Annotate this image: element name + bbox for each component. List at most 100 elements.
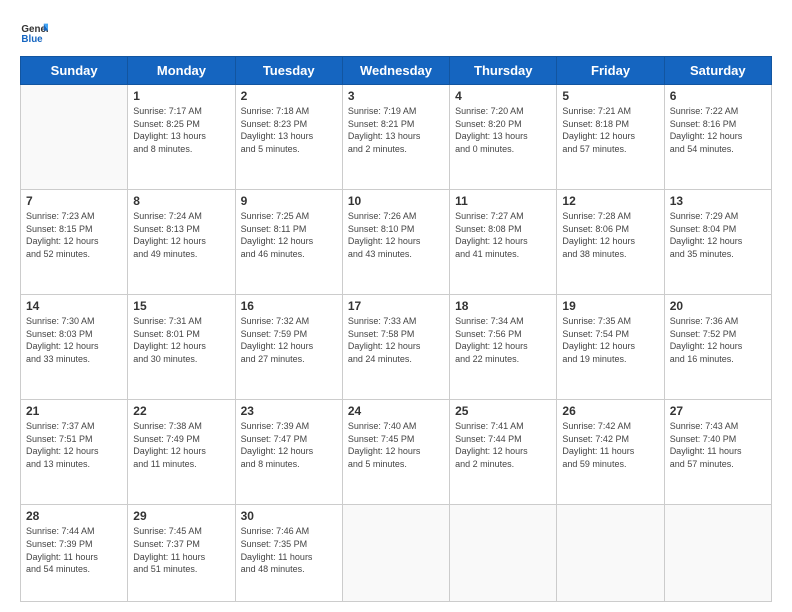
calendar-cell: 1Sunrise: 7:17 AMSunset: 8:25 PMDaylight… xyxy=(128,85,235,190)
day-number: 8 xyxy=(133,194,229,208)
day-info: Sunrise: 7:33 AMSunset: 7:58 PMDaylight:… xyxy=(348,315,444,365)
calendar-cell: 19Sunrise: 7:35 AMSunset: 7:54 PMDayligh… xyxy=(557,295,664,400)
day-info: Sunrise: 7:43 AMSunset: 7:40 PMDaylight:… xyxy=(670,420,766,470)
calendar-cell: 10 Sunrise: 7:26 AMSunset: 8:10 PMDayligh… xyxy=(342,190,449,295)
day-header-saturday: Saturday xyxy=(664,57,771,85)
calendar-cell xyxy=(664,505,771,602)
day-info: Sunrise: 7:34 AMSunset: 7:56 PMDaylight:… xyxy=(455,315,551,365)
calendar-cell: 22 Sunrise: 7:38 AMSunset: 7:49 PMDayligh… xyxy=(128,400,235,505)
calendar-cell: 7Sunrise: 7:23 AMSunset: 8:15 PMDaylight… xyxy=(21,190,128,295)
day-info: Sunrise: 7:18 AMSunset: 8:23 PMDaylight:… xyxy=(241,105,337,155)
day-info: Sunrise: 7:44 AMSunset: 7:39 PMDaylight:… xyxy=(26,525,122,575)
day-info: Sunrise: 7:22 AMSunset: 8:16 PMDaylight:… xyxy=(670,105,766,155)
day-number: 4 xyxy=(455,89,551,103)
calendar-cell: 30Sunrise: 7:46 AMSunset: 7:35 PMDayligh… xyxy=(235,505,342,602)
day-info: Sunrise: 7:24 AMSunset: 8:13 PMDaylight:… xyxy=(133,210,229,260)
day-info: Sunrise: 7:28 AMSunset: 8:06 PMDaylight:… xyxy=(562,210,658,260)
day-info: Sunrise: 7:36 AMSunset: 7:52 PMDaylight:… xyxy=(670,315,766,365)
week-row-2: 7Sunrise: 7:23 AMSunset: 8:15 PMDaylight… xyxy=(21,190,772,295)
day-number: 19 xyxy=(562,299,658,313)
logo: General Blue xyxy=(20,18,52,46)
calendar-cell: 6 Sunrise: 7:22 AMSunset: 8:16 PMDaylight… xyxy=(664,85,771,190)
calendar-cell: 25 Sunrise: 7:41 AMSunset: 7:44 PMDayligh… xyxy=(450,400,557,505)
day-info: Sunrise: 7:37 AMSunset: 7:51 PMDaylight:… xyxy=(26,420,122,470)
calendar-cell xyxy=(342,505,449,602)
day-number: 15 xyxy=(133,299,229,313)
day-info: Sunrise: 7:30 AMSunset: 8:03 PMDaylight:… xyxy=(26,315,122,365)
day-info: Sunrise: 7:32 AMSunset: 7:59 PMDaylight:… xyxy=(241,315,337,365)
day-number: 3 xyxy=(348,89,444,103)
day-number: 26 xyxy=(562,404,658,418)
day-number: 23 xyxy=(241,404,337,418)
day-info: Sunrise: 7:42 AMSunset: 7:42 PMDaylight:… xyxy=(562,420,658,470)
day-info: Sunrise: 7:29 AMSunset: 8:04 PMDaylight:… xyxy=(670,210,766,260)
day-info: Sunrise: 7:38 AMSunset: 7:49 PMDaylight:… xyxy=(133,420,229,470)
calendar-cell: 14 Sunrise: 7:30 AMSunset: 8:03 PMDayligh… xyxy=(21,295,128,400)
week-row-5: 28 Sunrise: 7:44 AMSunset: 7:39 PMDayligh… xyxy=(21,505,772,602)
day-info: Sunrise: 7:25 AMSunset: 8:11 PMDaylight:… xyxy=(241,210,337,260)
day-info: Sunrise: 7:40 AMSunset: 7:45 PMDaylight:… xyxy=(348,420,444,470)
day-info: Sunrise: 7:23 AMSunset: 8:15 PMDaylight:… xyxy=(26,210,122,260)
calendar-cell: 4 Sunrise: 7:20 AMSunset: 8:20 PMDaylight… xyxy=(450,85,557,190)
day-info: Sunrise: 7:45 AMSunset: 7:37 PMDaylight:… xyxy=(133,525,229,575)
day-number: 21 xyxy=(26,404,122,418)
day-number: 14 xyxy=(26,299,122,313)
calendar-cell: 13 Sunrise: 7:29 AMSunset: 8:04 PMDayligh… xyxy=(664,190,771,295)
calendar-cell: 12Sunrise: 7:28 AMSunset: 8:06 PMDayligh… xyxy=(557,190,664,295)
day-header-thursday: Thursday xyxy=(450,57,557,85)
day-number: 11 xyxy=(455,194,551,208)
week-row-3: 14 Sunrise: 7:30 AMSunset: 8:03 PMDayligh… xyxy=(21,295,772,400)
page: General Blue SundayMondayTuesdayWednesda… xyxy=(0,0,792,612)
calendar-cell: 20 Sunrise: 7:36 AMSunset: 7:52 PMDayligh… xyxy=(664,295,771,400)
day-number: 28 xyxy=(26,509,122,523)
day-number: 13 xyxy=(670,194,766,208)
day-number: 6 xyxy=(670,89,766,103)
day-number: 24 xyxy=(348,404,444,418)
day-info: Sunrise: 7:20 AMSunset: 8:20 PMDaylight:… xyxy=(455,105,551,155)
calendar-cell: 9 Sunrise: 7:25 AMSunset: 8:11 PMDaylight… xyxy=(235,190,342,295)
calendar-cell: 24 Sunrise: 7:40 AMSunset: 7:45 PMDayligh… xyxy=(342,400,449,505)
calendar-cell: 16 Sunrise: 7:32 AMSunset: 7:59 PMDayligh… xyxy=(235,295,342,400)
day-number: 29 xyxy=(133,509,229,523)
calendar-cell xyxy=(21,85,128,190)
logo-icon: General Blue xyxy=(20,18,48,46)
svg-text:Blue: Blue xyxy=(21,34,43,45)
calendar-table: SundayMondayTuesdayWednesdayThursdayFrid… xyxy=(20,56,772,602)
day-number: 18 xyxy=(455,299,551,313)
calendar-cell: 15 Sunrise: 7:31 AMSunset: 8:01 PMDayligh… xyxy=(128,295,235,400)
calendar-cell xyxy=(557,505,664,602)
day-info: Sunrise: 7:21 AMSunset: 8:18 PMDaylight:… xyxy=(562,105,658,155)
day-info: Sunrise: 7:41 AMSunset: 7:44 PMDaylight:… xyxy=(455,420,551,470)
calendar-cell: 11Sunrise: 7:27 AMSunset: 8:08 PMDayligh… xyxy=(450,190,557,295)
calendar-cell: 23Sunrise: 7:39 AMSunset: 7:47 PMDayligh… xyxy=(235,400,342,505)
header-row: SundayMondayTuesdayWednesdayThursdayFrid… xyxy=(21,57,772,85)
day-header-wednesday: Wednesday xyxy=(342,57,449,85)
day-header-tuesday: Tuesday xyxy=(235,57,342,85)
day-info: Sunrise: 7:19 AMSunset: 8:21 PMDaylight:… xyxy=(348,105,444,155)
calendar-cell: 21 Sunrise: 7:37 AMSunset: 7:51 PMDayligh… xyxy=(21,400,128,505)
calendar-cell: 5 Sunrise: 7:21 AMSunset: 8:18 PMDaylight… xyxy=(557,85,664,190)
calendar-cell xyxy=(450,505,557,602)
day-number: 9 xyxy=(241,194,337,208)
day-header-monday: Monday xyxy=(128,57,235,85)
day-number: 27 xyxy=(670,404,766,418)
day-info: Sunrise: 7:31 AMSunset: 8:01 PMDaylight:… xyxy=(133,315,229,365)
day-info: Sunrise: 7:26 AMSunset: 8:10 PMDaylight:… xyxy=(348,210,444,260)
day-number: 25 xyxy=(455,404,551,418)
day-number: 22 xyxy=(133,404,229,418)
day-number: 30 xyxy=(241,509,337,523)
day-number: 5 xyxy=(562,89,658,103)
day-number: 10 xyxy=(348,194,444,208)
day-header-sunday: Sunday xyxy=(21,57,128,85)
calendar-cell: 17Sunrise: 7:33 AMSunset: 7:58 PMDayligh… xyxy=(342,295,449,400)
day-number: 16 xyxy=(241,299,337,313)
calendar-cell: 26 Sunrise: 7:42 AMSunset: 7:42 PMDayligh… xyxy=(557,400,664,505)
day-info: Sunrise: 7:17 AMSunset: 8:25 PMDaylight:… xyxy=(133,105,229,155)
day-number: 2 xyxy=(241,89,337,103)
calendar-cell: 2 Sunrise: 7:18 AMSunset: 8:23 PMDaylight… xyxy=(235,85,342,190)
day-number: 20 xyxy=(670,299,766,313)
calendar-cell: 28 Sunrise: 7:44 AMSunset: 7:39 PMDayligh… xyxy=(21,505,128,602)
calendar-cell: 29 Sunrise: 7:45 AMSunset: 7:37 PMDayligh… xyxy=(128,505,235,602)
header: General Blue xyxy=(20,18,772,46)
calendar-cell: 8 Sunrise: 7:24 AMSunset: 8:13 PMDaylight… xyxy=(128,190,235,295)
